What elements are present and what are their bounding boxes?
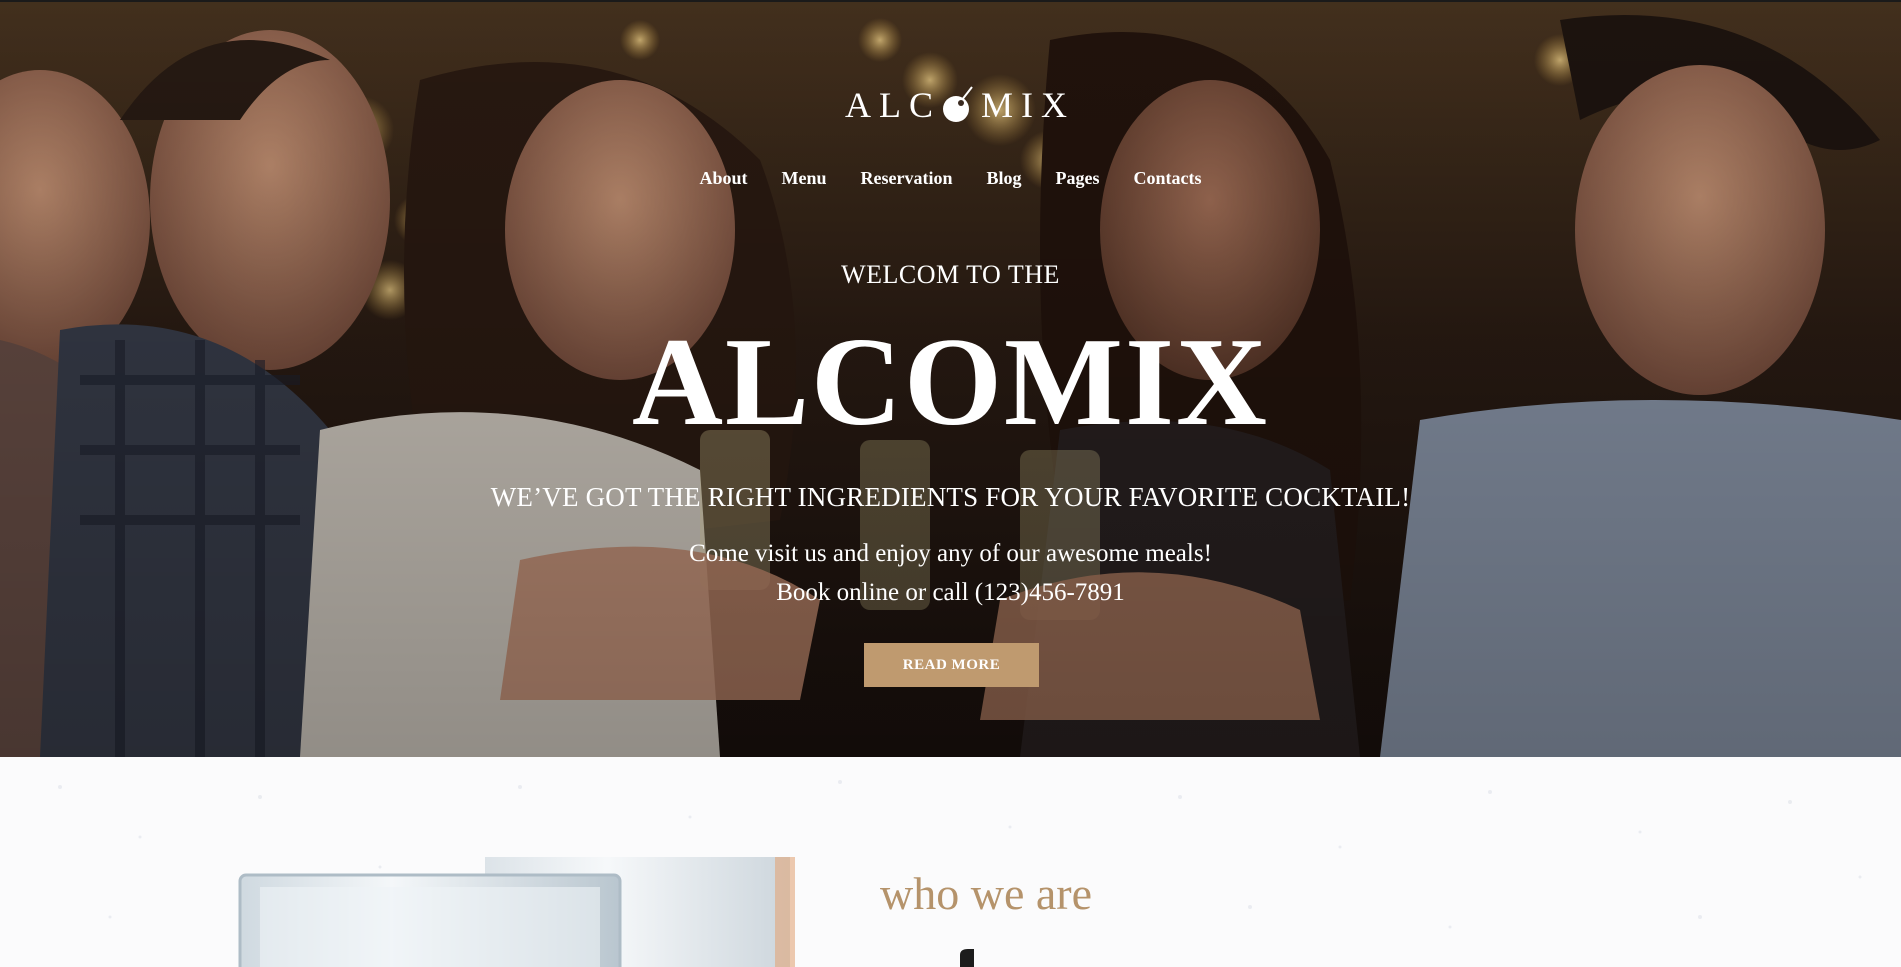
- nav-item-reservation[interactable]: Reservation: [844, 168, 970, 189]
- logo-text-left: ALC: [845, 85, 941, 125]
- main-navigation: About Menu Reservation Blog Pages Contac…: [0, 168, 1901, 189]
- logo-text-right: MIX: [981, 85, 1075, 125]
- nav-item-menu[interactable]: Menu: [765, 168, 844, 189]
- cocktail-glasses-photo: [238, 857, 795, 967]
- hero-subtext-line-2: Book online or call (123)456-7891: [776, 579, 1125, 606]
- about-title-partial: [960, 949, 974, 967]
- hero-section: ALC MIX About Menu Reservation Blog Page…: [0, 0, 1901, 757]
- hero-welcome-text: WELCOM TO THE: [841, 260, 1060, 289]
- top-border: [0, 0, 1901, 2]
- nav-item-about[interactable]: About: [682, 168, 764, 189]
- nav-item-contacts[interactable]: Contacts: [1117, 168, 1219, 189]
- hero-tagline: WE’VE GOT THE RIGHT INGREDIENTS FOR YOUR…: [490, 482, 1411, 512]
- about-section: who we are: [0, 757, 1901, 967]
- nav-item-pages[interactable]: Pages: [1039, 168, 1117, 189]
- read-more-button[interactable]: READ MORE: [864, 643, 1039, 687]
- about-heading: who we are: [880, 868, 1093, 919]
- site-logo[interactable]: ALC MIX: [845, 80, 1075, 130]
- hero-subtext-line-1: Come visit us and enjoy any of our aweso…: [689, 540, 1212, 567]
- nav-item-blog[interactable]: Blog: [969, 168, 1038, 189]
- hero-title: ALCOMIX: [632, 313, 1269, 452]
- cherry-olive-icon: [943, 86, 973, 122]
